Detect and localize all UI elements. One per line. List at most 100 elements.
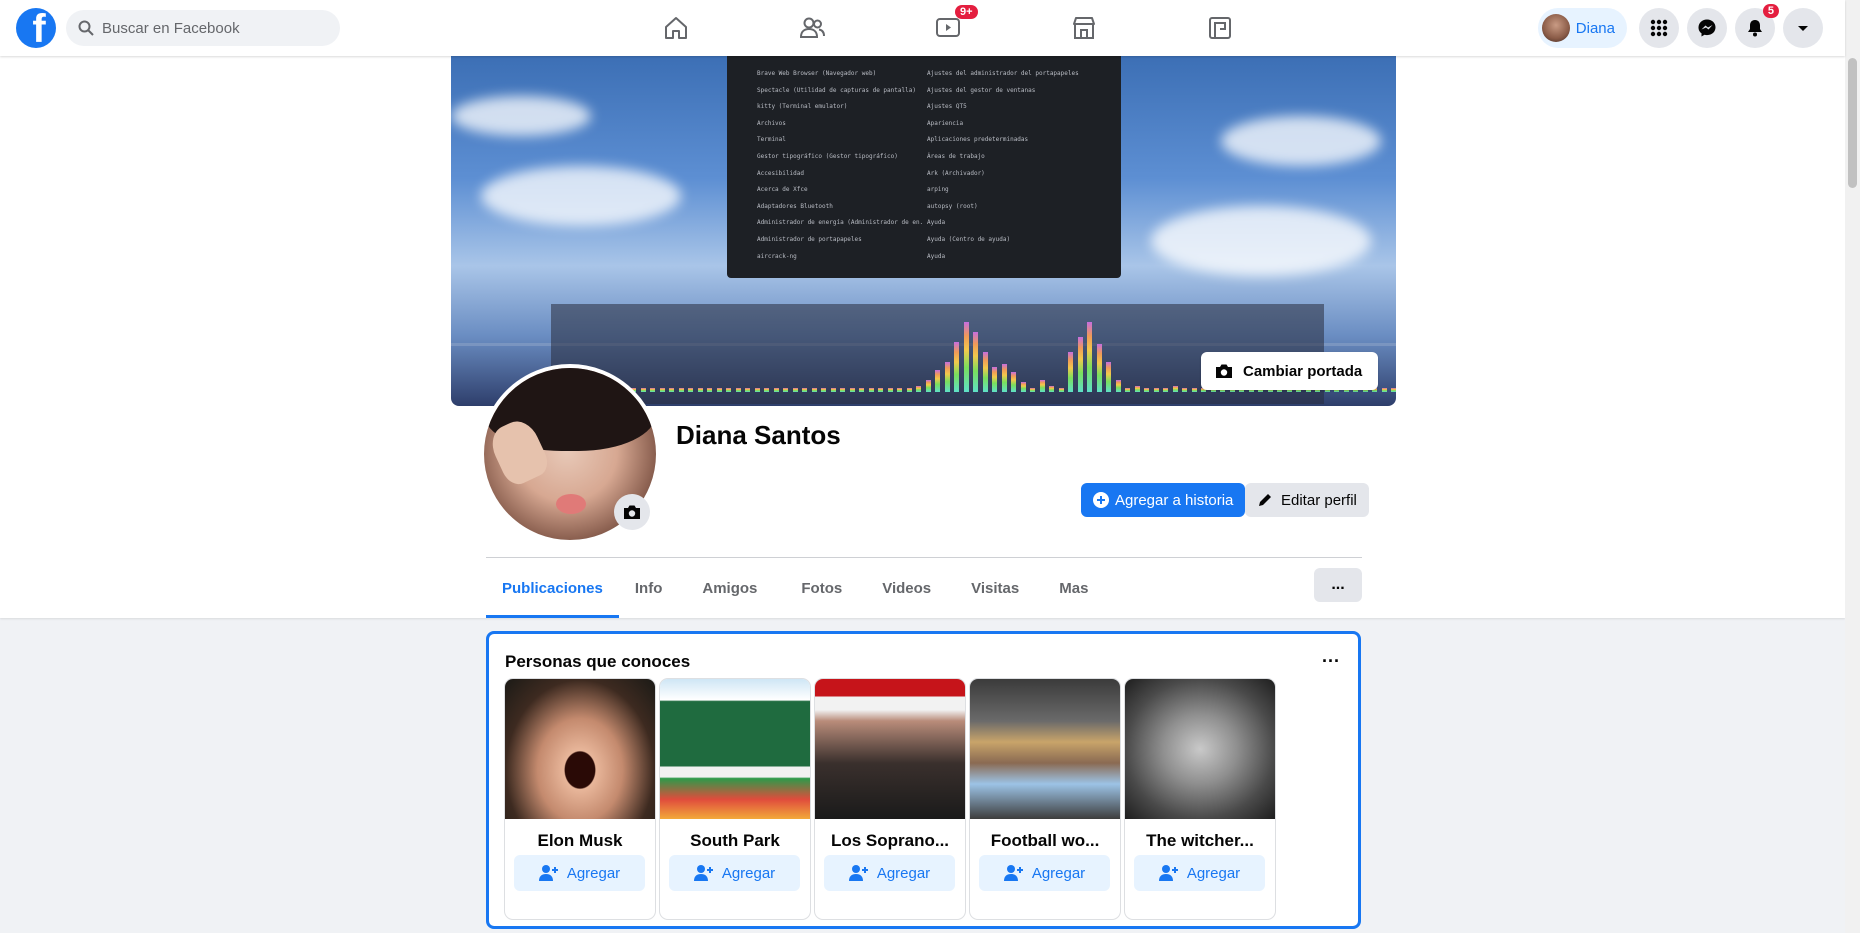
profile-more-button[interactable]: ... [1314, 568, 1362, 602]
tab-fotos[interactable]: Fotos [781, 558, 862, 618]
app-menu-item: Terminal [757, 136, 786, 144]
person-card[interactable]: The witcher... Agregar [1125, 679, 1275, 919]
nav-home[interactable] [608, 0, 744, 56]
tab-publicaciones[interactable]: Publicaciones [486, 558, 619, 618]
friends-icon [799, 17, 825, 38]
nav-marketplace[interactable] [1016, 0, 1152, 56]
app-menu-item: Brave Web Browser (Navegador web) [757, 70, 877, 77]
notifications-button[interactable]: 5 [1735, 4, 1779, 48]
visualizer-bar [925, 380, 931, 392]
add-friend-icon [693, 865, 713, 881]
person-name: The witcher... [1146, 831, 1254, 850]
person-name: South Park [690, 831, 780, 850]
visualizer-bar [669, 388, 674, 392]
app-menu-item: Apariencia [927, 119, 964, 127]
visualizer-bar [745, 388, 750, 392]
person-card[interactable]: Los Soprano... Agregar [815, 679, 965, 919]
visualizer-bar [735, 388, 741, 392]
pymk-options-button[interactable]: ... [1322, 646, 1340, 667]
pymk-title: Personas que conoces [505, 652, 691, 671]
visualizer-bar [897, 388, 902, 392]
facebook-logo[interactable]: f [16, 8, 56, 48]
person-photo [815, 679, 965, 819]
gaming-icon [1209, 17, 1231, 39]
app-menu-item: Spectacle (Utilidad de capturas de panta… [757, 86, 916, 94]
nav-gaming[interactable] [1152, 0, 1288, 56]
plus-circle-icon [1093, 492, 1109, 508]
app-menu-item: autopsy (root) [927, 202, 978, 210]
change-cover-button[interactable]: Cambiar portada [1201, 352, 1379, 390]
visualizer-bar [1144, 388, 1149, 392]
cover-cloud [1151, 206, 1371, 276]
tab-info[interactable]: Info [619, 558, 679, 618]
page-scrollbar[interactable] [1845, 0, 1860, 933]
app-menu-item: Gestor tipográfico (Gestor tipográfico) [757, 152, 898, 160]
visualizer-bar [1049, 386, 1054, 392]
app-menu-item: Aplicaciones predeterminadas [927, 136, 1029, 144]
add-friend-button[interactable]: Agregar [979, 855, 1110, 891]
update-profile-picture-button[interactable] [614, 494, 650, 530]
camera-icon [624, 505, 640, 519]
person-card[interactable]: Football wo... Agregar [970, 679, 1120, 919]
visualizer-bar [1011, 372, 1016, 392]
cover-cloud [451, 96, 591, 136]
visualizer-bar [840, 388, 845, 392]
app-menu-item: kitty (Terminal emulator) [757, 103, 848, 111]
person-card[interactable]: South Park Agregar [660, 679, 810, 919]
add-friend-button[interactable]: Agregar [1134, 855, 1265, 891]
add-friend-button[interactable]: Agregar [824, 855, 955, 891]
visualizer-bar [802, 388, 807, 392]
account-menu-button[interactable] [1783, 8, 1823, 48]
visualizer-bar [963, 322, 969, 392]
visualizer-bar [1068, 352, 1073, 392]
bell-icon [1748, 20, 1762, 37]
add-friend-icon [1003, 865, 1023, 881]
person-photo [1125, 679, 1275, 819]
notifications-badge: 5 [1762, 4, 1779, 18]
add-to-story-button[interactable]: Agregar a historia [1081, 483, 1246, 517]
visualizer-bar [1163, 388, 1168, 392]
app-menu-item: Ayuda (Centro de ayuda) [927, 235, 1011, 243]
visualizer-bar [1020, 382, 1026, 392]
cover-cloud [481, 166, 681, 226]
search-box[interactable] [66, 10, 340, 46]
marketplace-icon [1073, 17, 1095, 39]
watch-badge: 9+ [955, 5, 978, 19]
visualizer-bar [1115, 380, 1121, 392]
add-friend-icon [538, 865, 558, 881]
app-menu-item: Ayuda [927, 252, 946, 260]
menu-button[interactable] [1639, 8, 1679, 48]
visualizer-bar [764, 388, 769, 392]
tab-videos[interactable]: Videos [862, 558, 951, 618]
visualizer-bar [811, 388, 817, 392]
visualizer-bar [1391, 388, 1396, 392]
visualizer-bar [868, 388, 874, 392]
profile-shortcut[interactable]: Diana [1537, 8, 1627, 48]
person-card[interactable]: Elon Musk Agregar [505, 679, 655, 919]
add-friend-button[interactable]: Agregar [669, 855, 800, 891]
app-menu-item: Áreas de trabajo [927, 152, 985, 160]
right-nav: Diana 5 [1537, 0, 1823, 56]
add-friend-button[interactable]: Agregar [514, 855, 645, 891]
visualizer-bar [659, 388, 665, 392]
search-icon [78, 20, 94, 36]
visualizer-bar [716, 388, 722, 392]
edit-profile-button[interactable]: Editar perfil [1245, 483, 1369, 517]
visualizer-bar [754, 388, 760, 392]
tab-mas[interactable]: Mas [1039, 558, 1108, 618]
tab-amigos[interactable]: Amigos [678, 558, 781, 618]
tab-visitas[interactable]: Visitas [951, 558, 1039, 618]
app-menu-item: Administrador de energía (Administrador … [757, 219, 924, 227]
search-input[interactable] [102, 19, 322, 37]
nav-friends[interactable] [744, 0, 880, 56]
add-friend-icon [848, 865, 868, 881]
scrollbar-thumb[interactable] [1848, 58, 1857, 188]
app-menu-item: Archivos [757, 119, 786, 127]
app-menu-item: Ayuda [927, 219, 946, 227]
app-menu-item: Ark (Archivador) [927, 169, 985, 177]
nav-watch[interactable]: 9+ [880, 0, 1016, 56]
app-menu-item: Adaptadores Bluetooth [757, 202, 833, 210]
messenger-button[interactable] [1687, 8, 1727, 48]
visualizer-bar [954, 342, 959, 392]
visualizer-bar [707, 388, 712, 392]
